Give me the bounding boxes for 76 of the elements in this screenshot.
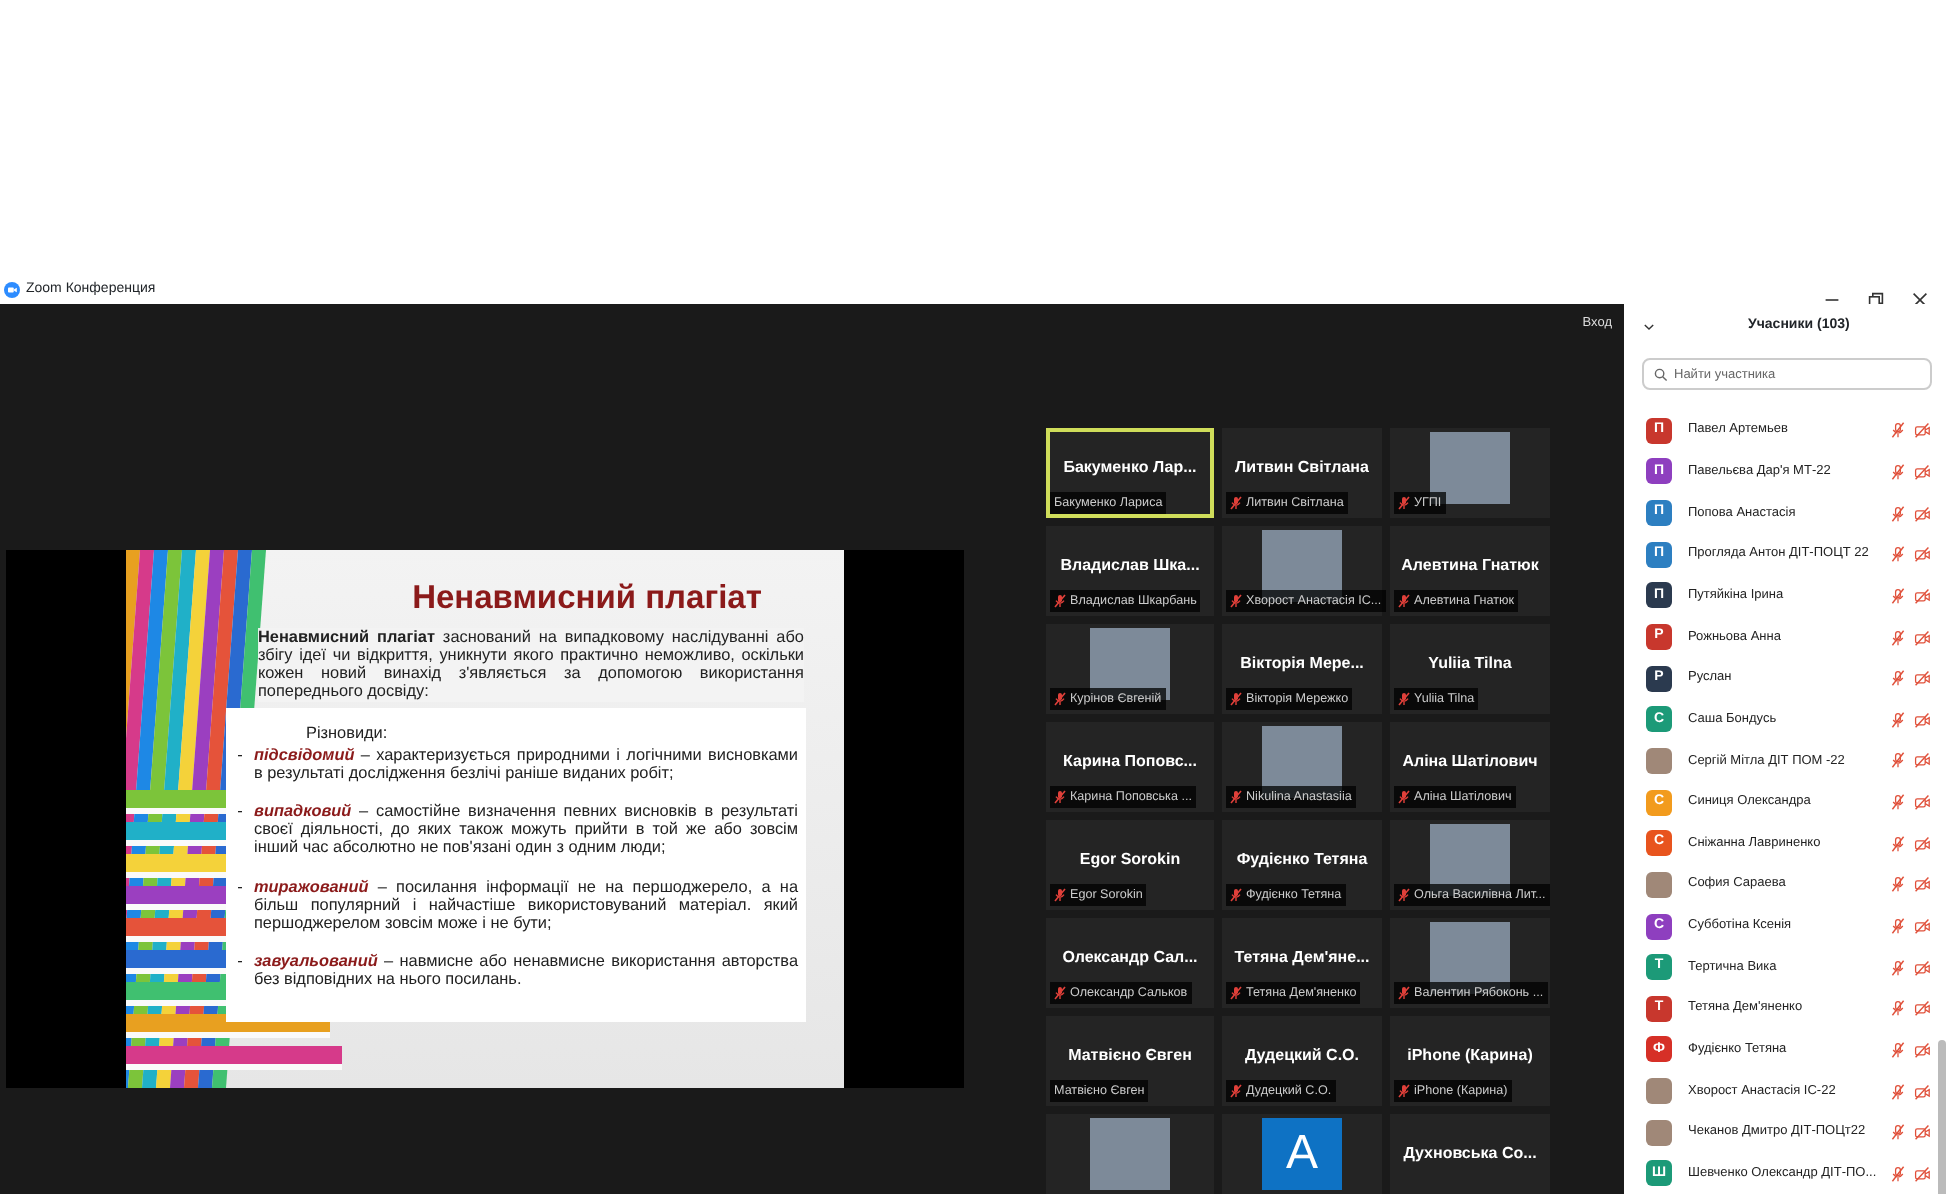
muted-mic-icon[interactable] xyxy=(1890,505,1906,522)
app-logo-icon xyxy=(4,282,20,298)
search-icon xyxy=(1654,367,1668,381)
participant-name: Духновська Со... xyxy=(1403,1141,1537,1165)
video-off-icon[interactable] xyxy=(1914,1041,1930,1058)
video-off-icon[interactable] xyxy=(1914,629,1930,646)
avatar: A xyxy=(1262,1118,1342,1190)
muted-mic-icon[interactable] xyxy=(1890,1000,1906,1017)
photo-placeholder xyxy=(1646,1119,1672,1146)
scrollbar-thumb[interactable] xyxy=(1938,1040,1946,1194)
video-off-icon[interactable] xyxy=(1914,1000,1930,1017)
participant-name: Литвин Світлана xyxy=(1235,455,1369,479)
participant-name: Аліна Шатілович xyxy=(1402,749,1538,773)
participant-name: Бакуменко Лар... xyxy=(1063,455,1197,479)
muted-mic-icon[interactable] xyxy=(1890,1041,1906,1058)
participant-name: Фудієнко Тетяна xyxy=(1236,847,1368,871)
photo-placeholder xyxy=(1646,747,1672,774)
slide-subheading: Різновиди: xyxy=(306,723,390,742)
list-item-text: підсвідомий – характеризується природними і логічними висновками в результаті дослідження безлічі раніше виданих робіт; xyxy=(254,745,798,783)
video-off-icon[interactable] xyxy=(1914,1083,1930,1100)
photo-placeholder xyxy=(1646,1078,1672,1105)
muted-mic-icon[interactable] xyxy=(1890,1165,1906,1182)
participant-name: Владислав Шка... xyxy=(1060,553,1200,577)
muted-mic-icon[interactable] xyxy=(1890,546,1906,563)
muted-mic-icon[interactable] xyxy=(1890,794,1906,811)
muted-mic-icon[interactable] xyxy=(1890,711,1906,728)
slide-title: Ненавмисний плагіат xyxy=(410,578,764,620)
participant-name: Матвієно Євген xyxy=(1068,1043,1192,1067)
muted-mic-icon[interactable] xyxy=(1890,835,1906,852)
close-icon[interactable] xyxy=(1912,292,1928,308)
chevron-down-icon[interactable] xyxy=(1642,320,1656,334)
muted-mic-icon[interactable] xyxy=(1890,670,1906,687)
muted-mic-icon[interactable] xyxy=(1890,629,1906,646)
muted-mic-icon[interactable] xyxy=(1890,1124,1906,1141)
video-off-icon[interactable] xyxy=(1914,835,1930,852)
list-item-text: завуальований – навмисне або ненавмисне використання авторства без відповідних на нього посилань. xyxy=(254,952,798,990)
bullet: - xyxy=(235,952,245,975)
bullet: - xyxy=(235,745,245,768)
list-item-text: випадковий – самостійне визначення певних висновків в результаті своєї діяльності, до яких також можуть прийти в той же або зовсім інший час абсолютно не пов'язані один з одним люди; xyxy=(254,802,798,858)
video-off-icon[interactable] xyxy=(1914,422,1930,439)
participant-name: Egor Sorokin xyxy=(1079,847,1181,871)
list-item-text: тиражований – посилання інформації не на першоджерело, а на більш популярний і найчастіше використовуваний матеріал. який першоджерелом зовсім може і не бути; xyxy=(254,877,798,933)
muted-mic-icon[interactable] xyxy=(1890,1083,1906,1100)
muted-mic-icon[interactable] xyxy=(1890,587,1906,604)
muted-mic-icon[interactable] xyxy=(1890,876,1906,893)
participant-name: Yuliia Tilna xyxy=(1428,651,1512,675)
muted-mic-icon[interactable] xyxy=(1890,959,1906,976)
video-off-icon[interactable] xyxy=(1914,1124,1930,1141)
muted-mic-icon[interactable] xyxy=(1890,422,1906,439)
participant-name: Олександр Сал... xyxy=(1062,945,1198,969)
video-off-icon[interactable] xyxy=(1914,794,1930,811)
bullet: - xyxy=(235,877,245,900)
bullet: - xyxy=(235,802,245,825)
video-off-icon[interactable] xyxy=(1914,752,1930,769)
video-off-icon[interactable] xyxy=(1914,587,1930,604)
participant-name: Алевтина Гнатюк xyxy=(1401,553,1539,577)
photo-placeholder xyxy=(1646,871,1672,898)
video-off-icon[interactable] xyxy=(1914,959,1930,976)
participant-name: Вікторія Мере... xyxy=(1240,651,1364,675)
video-off-icon[interactable] xyxy=(1914,546,1930,563)
video-off-icon[interactable] xyxy=(1914,1165,1930,1182)
slide-paragraph: Ненавмисний плагіат заснований на випадковому наслідуванні або збігу ідеї чи відкриття, уникнути якого практично неможливо, оскільки кожен новий винахід з'являється за допомогою використання попереднього досвіду: xyxy=(258,627,804,701)
participant-name: Тетяна Дем'яне... xyxy=(1234,945,1370,969)
participant-name: Карина Поповс... xyxy=(1063,749,1197,773)
participant-name: Дудецкий С.О. xyxy=(1245,1043,1359,1067)
video-off-icon[interactable] xyxy=(1914,505,1930,522)
participant-name: iPhone (Карина) xyxy=(1407,1043,1533,1067)
muted-mic-icon[interactable] xyxy=(1890,463,1906,480)
video-off-icon[interactable] xyxy=(1914,711,1930,728)
video-off-icon[interactable] xyxy=(1914,918,1930,934)
video-off-icon[interactable] xyxy=(1914,670,1930,687)
photo-placeholder xyxy=(1090,1118,1170,1190)
video-off-icon[interactable] xyxy=(1914,463,1930,480)
muted-mic-icon[interactable] xyxy=(1890,918,1906,934)
video-off-icon[interactable] xyxy=(1914,876,1930,893)
muted-mic-icon[interactable] xyxy=(1890,752,1906,769)
